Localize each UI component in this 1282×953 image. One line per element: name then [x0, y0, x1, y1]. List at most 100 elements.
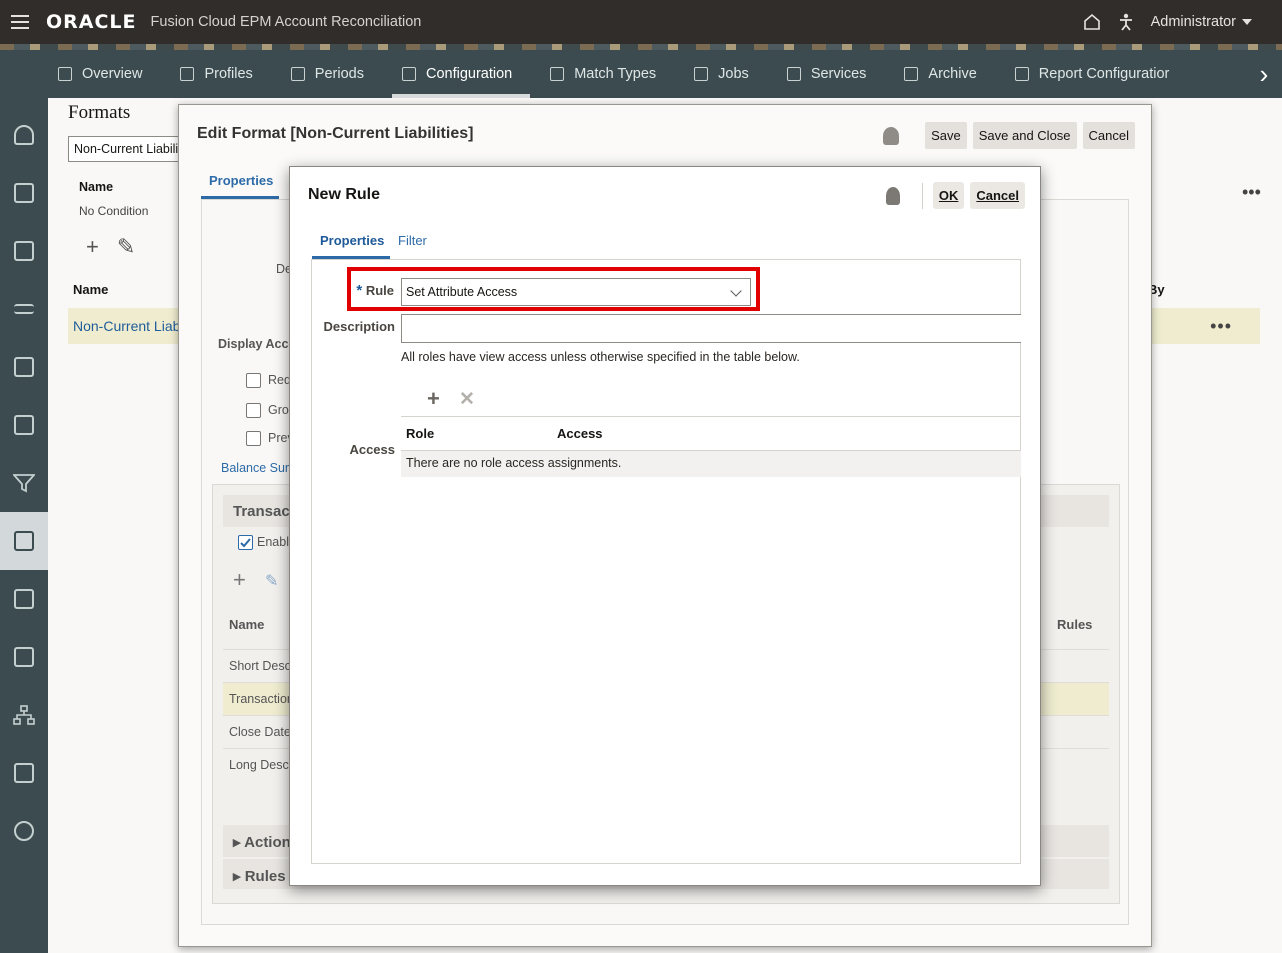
user-name: Administrator — [1150, 14, 1236, 30]
toolbar-icons[interactable]: +✎ — [86, 234, 153, 260]
tab-archive[interactable]: Archive — [902, 50, 996, 98]
rail-transactions[interactable] — [0, 280, 48, 338]
rail-filters[interactable] — [0, 454, 48, 512]
tab-profiles[interactable]: Profiles — [178, 50, 272, 98]
left-rail — [0, 98, 48, 953]
divider — [921, 182, 923, 209]
main-nav: Overview Profiles Periods Configuration … — [0, 50, 1282, 98]
home-icon[interactable] — [1083, 13, 1101, 31]
required-indicator: * — [356, 282, 363, 299]
description-label: Description — [323, 319, 395, 334]
user-access-icon[interactable] — [883, 126, 900, 145]
add-icon[interactable]: + — [233, 567, 246, 593]
dialog-title: New Rule — [308, 186, 381, 203]
rail-config-lists[interactable] — [0, 338, 48, 396]
rail-views[interactable] — [0, 570, 48, 628]
tab-configuration[interactable]: Configuration — [391, 50, 532, 98]
rule-select[interactable]: Set Attribute Access — [401, 278, 751, 306]
filter-icon — [13, 474, 35, 493]
help-text: All roles have view access unless otherw… — [401, 350, 800, 364]
clipboard-icon — [694, 67, 709, 81]
rail-calendar[interactable] — [0, 744, 48, 802]
new-rule-dialog: New Rule OK Cancel Properties Filter * R… — [289, 166, 1041, 886]
tools-icon — [401, 67, 416, 81]
empty-table-message: There are no role access assignments. — [401, 451, 1021, 477]
tab-properties[interactable]: Properties — [201, 169, 279, 199]
balance-summary-link[interactable]: Balance Sum — [221, 461, 295, 475]
description-input[interactable] — [401, 314, 1021, 343]
chevron-down-icon — [730, 285, 742, 297]
check-icon — [240, 538, 251, 548]
chevron-down-icon — [1242, 19, 1252, 25]
cancel-button[interactable]: Cancel — [1082, 122, 1135, 149]
rule-label-text: Rule — [365, 283, 394, 298]
top-bar: ORACLE Fusion Cloud EPM Account Reconcil… — [0, 0, 1282, 44]
rail-settings[interactable] — [0, 802, 48, 860]
checkbox-label: Req — [268, 373, 291, 387]
rail-lists[interactable] — [0, 222, 48, 280]
ok-button[interactable]: OK — [932, 182, 965, 209]
rule-label: * Rule — [356, 282, 394, 299]
calendar-icon — [14, 763, 34, 783]
briefcase-icon — [786, 67, 801, 81]
tab-jobs[interactable]: Jobs — [692, 50, 769, 98]
document-icon — [550, 67, 565, 81]
clipboard-icon — [14, 415, 34, 435]
enable-checkbox[interactable] — [238, 535, 253, 550]
hamburger-menu-icon[interactable] — [0, 0, 40, 44]
tab-filter[interactable]: Filter — [390, 225, 435, 259]
access-table-header: Role Access — [401, 416, 1021, 451]
cancel-button[interactable]: Cancel — [970, 182, 1025, 209]
checkbox-group[interactable] — [246, 403, 261, 418]
sliders-icon — [290, 67, 305, 81]
delete-icon[interactable]: ✕ — [459, 388, 475, 411]
tab-match-types[interactable]: Match Types — [548, 50, 676, 98]
add-icon[interactable]: + — [427, 386, 440, 412]
view-list-icon — [14, 589, 34, 609]
save-button[interactable]: Save — [925, 122, 967, 149]
save-and-close-button[interactable]: Save and Close — [972, 122, 1077, 149]
bell-icon — [14, 125, 34, 145]
page-title: Formats — [68, 102, 131, 123]
checkbox-label: Gro — [268, 403, 289, 417]
cube-icon — [58, 67, 72, 81]
gear-icon — [14, 821, 34, 841]
display-accounts-label: Display Acco — [218, 337, 297, 351]
rail-hierarchy[interactable] — [0, 686, 48, 744]
rail-reconciliations[interactable] — [0, 164, 48, 222]
app-name: Fusion Cloud EPM Account Reconciliation — [150, 14, 422, 30]
tab-properties[interactable]: Properties — [312, 225, 390, 259]
rail-clipboard[interactable] — [0, 396, 48, 454]
swap-arrows-icon — [14, 304, 34, 314]
tab-overview[interactable]: Overview — [56, 50, 162, 98]
section-label: Rules — [244, 868, 286, 885]
tab-label: Profiles — [204, 66, 253, 82]
tab-label: Configuration — [425, 66, 513, 82]
rule-properties-panel: * Rule Set Attribute Access Description … — [311, 259, 1021, 864]
list-settings-icon — [14, 241, 34, 261]
tab-label: Overview — [82, 66, 143, 82]
hierarchy-icon — [13, 705, 35, 725]
tab-report-configuration[interactable]: Report Configuratior — [1013, 50, 1190, 98]
tab-periods[interactable]: Periods — [289, 50, 384, 98]
tab-label: Jobs — [718, 66, 749, 82]
more-actions-icon[interactable]: ••• — [1242, 182, 1261, 203]
rail-calculator[interactable] — [0, 628, 48, 686]
user-menu[interactable]: Administrator — [1151, 14, 1252, 30]
dialog-title: Edit Format [Non-Current Liabilities] — [197, 125, 474, 142]
rail-formats[interactable] — [0, 512, 48, 570]
chevron-right-icon[interactable]: › — [1246, 50, 1282, 98]
tab-label: Archive — [928, 66, 977, 82]
checkbox-required[interactable] — [246, 373, 261, 388]
row-name-link[interactable]: Non-Current Liab — [73, 318, 180, 334]
row-actions-icon[interactable]: ••• — [1210, 316, 1232, 337]
edit-icon[interactable]: ✎ — [265, 571, 278, 591]
column-header-name: Name — [73, 282, 109, 297]
grid-header-name: Name — [229, 617, 265, 632]
user-access-icon[interactable] — [885, 186, 900, 205]
tab-label: Report Configuratior — [1038, 66, 1170, 82]
tab-services[interactable]: Services — [785, 50, 887, 98]
accessibility-icon[interactable] — [1119, 13, 1133, 31]
rail-notifications[interactable] — [0, 106, 48, 164]
checkbox-prevent[interactable] — [246, 431, 261, 446]
